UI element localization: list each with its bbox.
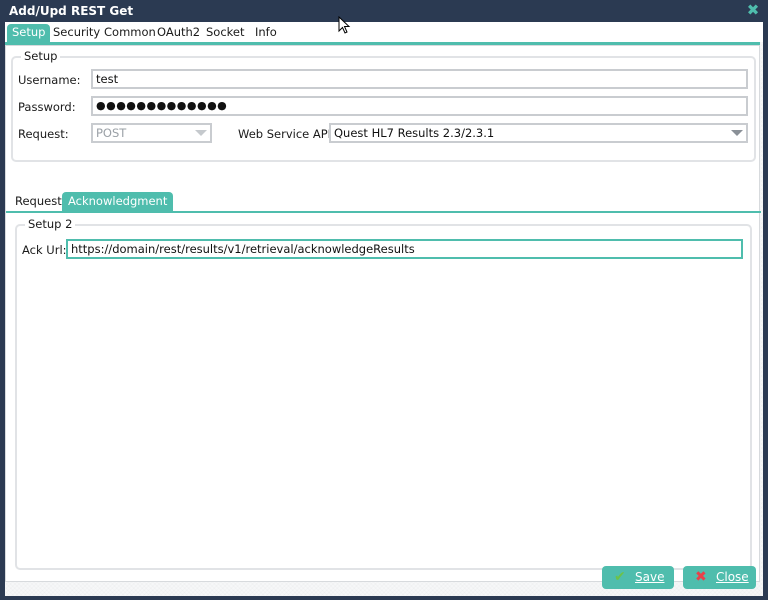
dialog-window: Add/Upd REST Get ✖ Setup Security Common…	[0, 0, 768, 600]
subtab-underline	[6, 211, 761, 213]
sub-tab-bar: Request Acknowledgment	[6, 192, 761, 212]
close-button[interactable]: ✖ Close	[683, 566, 756, 589]
tab-info[interactable]: Info	[250, 24, 282, 42]
subtab-acknowledgment[interactable]: Acknowledgment	[62, 192, 174, 211]
title-bar[interactable]: Add/Upd REST Get ✖	[0, 0, 768, 22]
window-title: Add/Upd REST Get	[9, 4, 134, 18]
close-x-icon[interactable]: ✖	[746, 3, 760, 18]
dialog-content: Setup Security Common OAuth2 Socket Info…	[5, 22, 763, 596]
tab-setup[interactable]: Setup	[7, 24, 51, 42]
setup-legend: Setup	[21, 49, 61, 63]
chevron-down-icon	[731, 130, 743, 136]
check-icon: ✔	[614, 569, 626, 585]
setup-group: Setup Username: test Password: ●●●●●●●●●…	[11, 49, 756, 162]
ack-url-input[interactable]: https://domain/rest/results/v1/retrieval…	[66, 239, 743, 259]
tab-oauth2[interactable]: OAuth2	[152, 24, 205, 42]
close-label: Close	[716, 570, 749, 584]
setup2-group: Setup 2 Ack Url: https://domain/rest/res…	[15, 217, 752, 570]
username-input[interactable]: test	[91, 69, 748, 89]
tab-socket[interactable]: Socket	[201, 24, 250, 42]
setup-panel: Setup Username: test Password: ●●●●●●●●●…	[5, 45, 761, 582]
ack-url-label: Ack Url:	[22, 243, 67, 257]
top-tab-bar: Setup Security Common OAuth2 Socket Info	[5, 22, 763, 42]
mouse-cursor-icon	[338, 16, 351, 34]
subtab-request[interactable]: Request	[9, 192, 68, 211]
password-label: Password:	[18, 100, 76, 114]
password-input[interactable]: ●●●●●●●●●●●●●	[91, 96, 748, 116]
chevron-down-icon	[195, 130, 207, 136]
tab-security[interactable]: Security	[48, 24, 105, 42]
save-button[interactable]: ✔ Save	[602, 566, 674, 589]
request-select[interactable]: POST	[91, 123, 212, 143]
api-select-value: Quest HL7 Results 2.3/2.3.1	[334, 126, 495, 140]
api-label: Web Service API:	[238, 127, 335, 141]
setup2-legend: Setup 2	[25, 217, 76, 231]
x-icon: ✖	[695, 569, 707, 585]
username-label: Username:	[18, 73, 81, 87]
request-label: Request:	[18, 127, 69, 141]
api-select[interactable]: Quest HL7 Results 2.3/2.3.1	[329, 123, 748, 143]
save-label: Save	[635, 570, 665, 584]
request-select-value: POST	[96, 126, 127, 140]
